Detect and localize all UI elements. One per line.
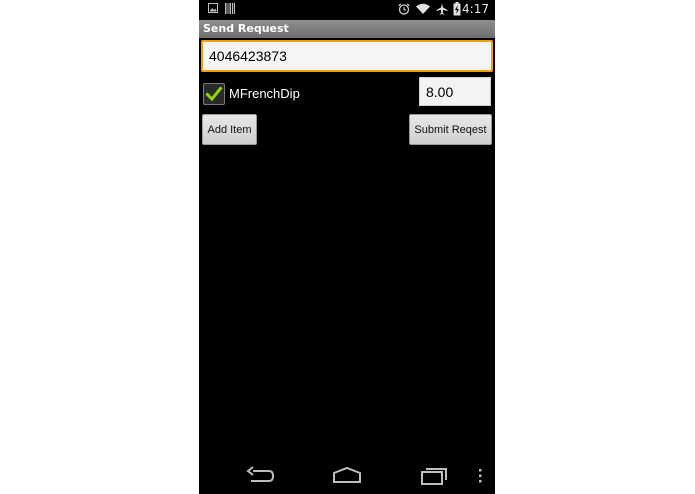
page-title: Send Request: [203, 22, 289, 35]
barcode-notification-icon: [225, 3, 235, 14]
phone-number-value: 4046423873: [209, 48, 287, 64]
recent-apps-icon[interactable]: [420, 466, 448, 486]
back-icon[interactable]: [245, 466, 275, 486]
checkmark-icon: [205, 86, 223, 102]
submit-request-button[interactable]: Submit Reqest: [409, 114, 492, 145]
phone-number-input[interactable]: 4046423873: [201, 40, 493, 72]
item-checkbox[interactable]: [203, 83, 225, 105]
item-label[interactable]: MFrenchDip: [229, 86, 300, 101]
image-notification-icon: [208, 3, 218, 13]
phone-screen: 4:17 Send Request 4046423873 MFrenchDip …: [199, 0, 495, 494]
airplane-mode-icon: [436, 3, 448, 15]
wifi-icon: [416, 3, 430, 14]
battery-charging-icon: [453, 2, 461, 16]
title-bar: Send Request: [199, 20, 495, 38]
navigation-bar: [199, 460, 495, 494]
alarm-icon: [398, 3, 410, 15]
overflow-menu-icon[interactable]: [478, 469, 482, 483]
status-bar: 4:17: [199, 0, 495, 20]
status-time: 4:17: [462, 2, 489, 16]
price-input[interactable]: 8.00: [419, 77, 491, 106]
add-item-button[interactable]: Add Item: [202, 114, 257, 145]
home-icon[interactable]: [332, 466, 362, 486]
price-value: 8.00: [426, 84, 454, 100]
